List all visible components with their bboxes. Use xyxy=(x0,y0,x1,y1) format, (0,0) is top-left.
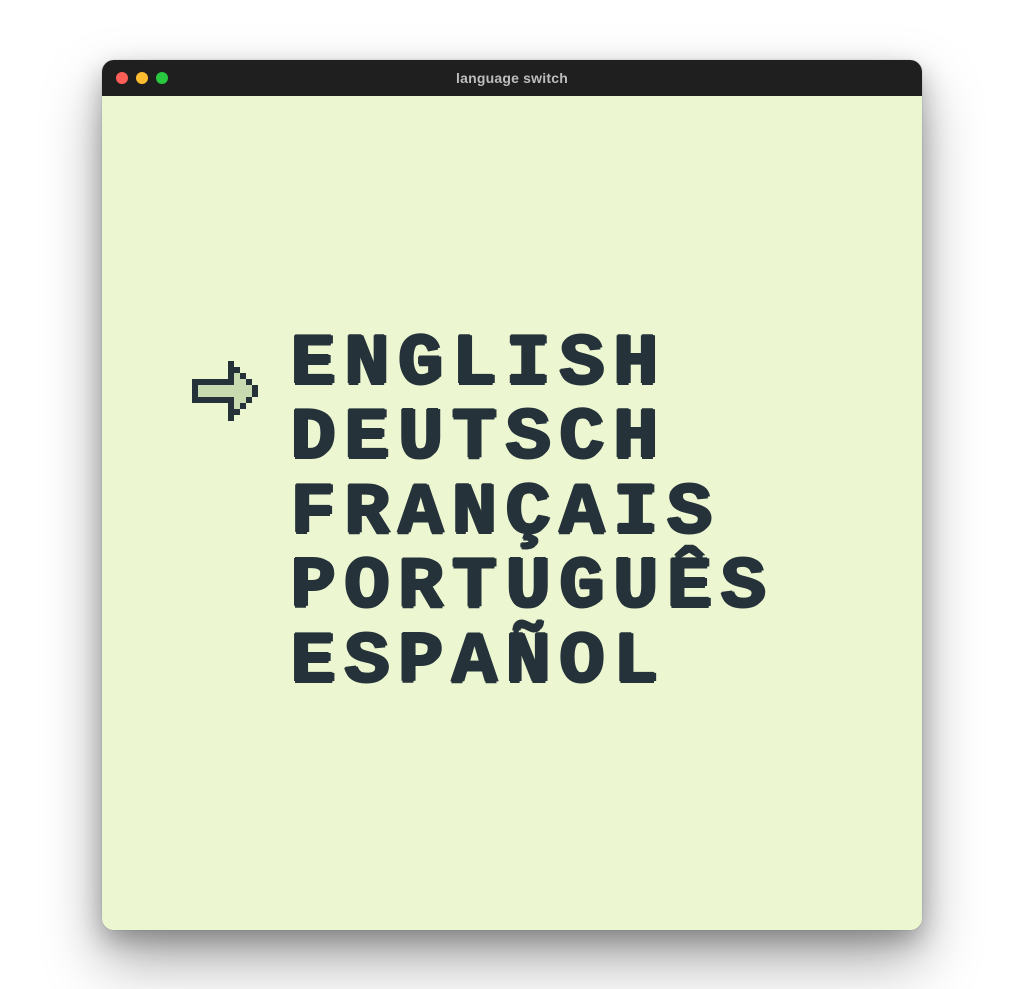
language-label: Português xyxy=(290,553,774,621)
language-option-espanol[interactable]: Español xyxy=(192,628,751,696)
game-screen: English Deutsch Français Português Españ xyxy=(102,96,922,930)
language-option-deutsch[interactable]: Deutsch xyxy=(192,404,751,472)
language-label: Français xyxy=(290,479,720,547)
selection-cursor-slot xyxy=(192,411,262,467)
minimize-icon[interactable] xyxy=(136,72,148,84)
desktop-backdrop: language switch English Deutsch Français xyxy=(0,0,1024,989)
window-titlebar[interactable]: language switch xyxy=(102,60,922,96)
app-window: language switch English Deutsch Français xyxy=(102,60,922,930)
language-option-english[interactable]: English xyxy=(192,330,751,398)
selection-cursor-slot xyxy=(192,336,262,392)
selection-cursor-slot xyxy=(192,559,262,615)
language-label: Español xyxy=(290,628,666,696)
arrow-right-icon xyxy=(192,361,198,367)
language-label: English xyxy=(290,330,666,398)
close-icon[interactable] xyxy=(116,72,128,84)
language-option-portugues[interactable]: Português xyxy=(192,553,751,621)
language-option-francais[interactable]: Français xyxy=(192,479,751,547)
language-label: Deutsch xyxy=(290,404,666,472)
window-title: language switch xyxy=(102,70,922,86)
zoom-icon[interactable] xyxy=(156,72,168,84)
selection-cursor-slot xyxy=(192,634,262,690)
window-controls xyxy=(116,72,168,84)
selection-cursor-slot xyxy=(192,485,262,541)
language-menu: English Deutsch Français Português Españ xyxy=(192,330,751,696)
